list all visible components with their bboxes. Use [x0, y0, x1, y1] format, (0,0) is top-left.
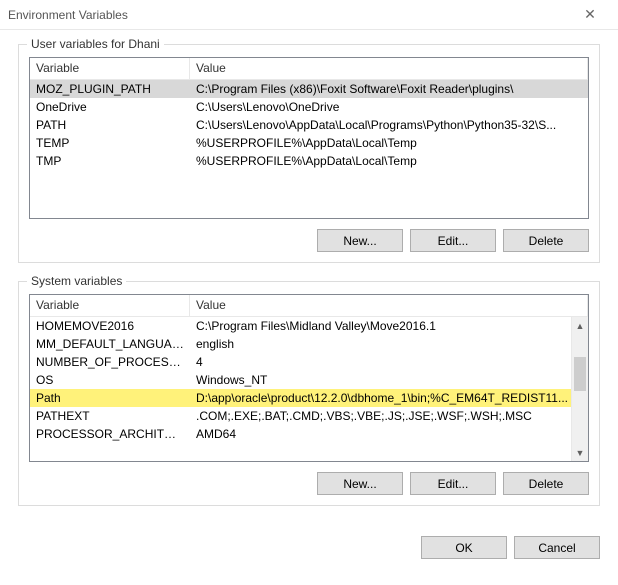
cell-variable: HOMEMOVE2016 [30, 317, 190, 335]
system-new-button[interactable]: New... [317, 472, 403, 495]
cell-value: AMD64 [190, 425, 588, 443]
col-header-value[interactable]: Value [190, 295, 588, 316]
cell-variable: OS [30, 371, 190, 389]
table-row[interactable]: TMP%USERPROFILE%\AppData\Local\Temp [30, 152, 588, 170]
scroll-down-icon[interactable]: ▼ [572, 444, 588, 461]
cell-value: C:\Users\Lenovo\AppData\Local\Programs\P… [190, 116, 588, 134]
cell-value: %USERPROFILE%\AppData\Local\Temp [190, 134, 588, 152]
table-row[interactable]: OneDriveC:\Users\Lenovo\OneDrive [30, 98, 588, 116]
cell-value: C:\Program Files\Midland Valley\Move2016… [190, 317, 588, 335]
cell-value: D:\app\oracle\product\12.2.0\dbhome_1\bi… [190, 389, 588, 407]
cell-value: english [190, 335, 588, 353]
table-row[interactable]: TEMP%USERPROFILE%\AppData\Local\Temp [30, 134, 588, 152]
dialog-content: User variables for Dhani Variable Value … [0, 30, 618, 536]
cell-value: .COM;.EXE;.BAT;.CMD;.VBS;.VBE;.JS;.JSE;.… [190, 407, 588, 425]
cell-variable: PROCESSOR_ARCHITECTURE [30, 425, 190, 443]
user-list-body: MOZ_PLUGIN_PATHC:\Program Files (x86)\Fo… [30, 80, 588, 218]
table-row[interactable]: PATHEXT.COM;.EXE;.BAT;.CMD;.VBS;.VBE;.JS… [30, 407, 588, 425]
user-delete-button[interactable]: Delete [503, 229, 589, 252]
user-new-button[interactable]: New... [317, 229, 403, 252]
table-row[interactable]: PathD:\app\oracle\product\12.2.0\dbhome_… [30, 389, 588, 407]
system-edit-button[interactable]: Edit... [410, 472, 496, 495]
user-edit-button[interactable]: Edit... [410, 229, 496, 252]
col-header-variable[interactable]: Variable [30, 295, 190, 316]
cell-value: %USERPROFILE%\AppData\Local\Temp [190, 152, 588, 170]
table-row[interactable]: MOZ_PLUGIN_PATHC:\Program Files (x86)\Fo… [30, 80, 588, 98]
system-variables-list[interactable]: Variable Value HOMEMOVE2016C:\Program Fi… [29, 294, 589, 462]
scroll-up-icon[interactable]: ▲ [572, 317, 588, 334]
system-group-label: System variables [27, 274, 126, 288]
cell-value: 4 [190, 353, 588, 371]
cell-variable: TEMP [30, 134, 190, 152]
table-row[interactable]: PATHC:\Users\Lenovo\AppData\Local\Progra… [30, 116, 588, 134]
user-variables-group: User variables for Dhani Variable Value … [18, 44, 600, 263]
cell-variable: MM_DEFAULT_LANGUAGE [30, 335, 190, 353]
system-list-body: HOMEMOVE2016C:\Program Files\Midland Val… [30, 317, 588, 461]
system-variables-group: System variables Variable Value HOMEMOVE… [18, 281, 600, 506]
table-row[interactable]: MM_DEFAULT_LANGUAGEenglish [30, 335, 588, 353]
titlebar: Environment Variables ✕ [0, 0, 618, 30]
table-row[interactable]: PROCESSOR_ARCHITECTUREAMD64 [30, 425, 588, 443]
cell-value: C:\Users\Lenovo\OneDrive [190, 98, 588, 116]
user-button-row: New... Edit... Delete [29, 229, 589, 252]
user-list-header: Variable Value [30, 58, 588, 80]
scroll-thumb[interactable] [574, 357, 586, 391]
window-title: Environment Variables [8, 8, 570, 22]
close-icon[interactable]: ✕ [570, 1, 610, 29]
cell-variable: MOZ_PLUGIN_PATH [30, 80, 190, 98]
ok-button[interactable]: OK [421, 536, 507, 559]
user-group-label: User variables for Dhani [27, 37, 164, 51]
cell-variable: TMP [30, 152, 190, 170]
cell-value: C:\Program Files (x86)\Foxit Software\Fo… [190, 80, 588, 98]
system-list-header: Variable Value [30, 295, 588, 317]
scrollbar[interactable]: ▲ ▼ [571, 317, 588, 461]
table-row[interactable]: OSWindows_NT [30, 371, 588, 389]
system-delete-button[interactable]: Delete [503, 472, 589, 495]
table-row[interactable]: HOMEMOVE2016C:\Program Files\Midland Val… [30, 317, 588, 335]
col-header-value[interactable]: Value [190, 58, 588, 79]
cell-variable: PATH [30, 116, 190, 134]
cell-variable: NUMBER_OF_PROCESSORS [30, 353, 190, 371]
cell-value: Windows_NT [190, 371, 588, 389]
col-header-variable[interactable]: Variable [30, 58, 190, 79]
user-variables-list[interactable]: Variable Value MOZ_PLUGIN_PATHC:\Program… [29, 57, 589, 219]
cell-variable: Path [30, 389, 190, 407]
cell-variable: OneDrive [30, 98, 190, 116]
table-row[interactable]: NUMBER_OF_PROCESSORS4 [30, 353, 588, 371]
system-button-row: New... Edit... Delete [29, 472, 589, 495]
cancel-button[interactable]: Cancel [514, 536, 600, 559]
dialog-footer: OK Cancel [0, 536, 618, 573]
cell-variable: PATHEXT [30, 407, 190, 425]
